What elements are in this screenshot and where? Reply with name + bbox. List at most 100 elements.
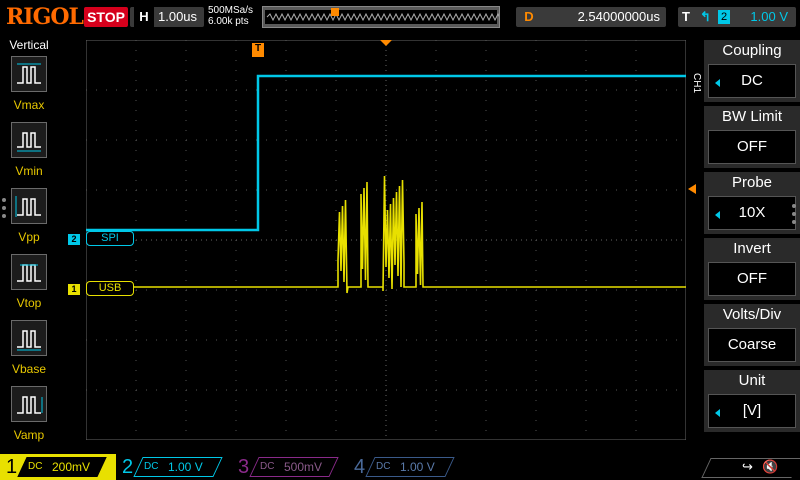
trigger-level-marker[interactable] [688,184,696,194]
usb-icon: ↪ [742,459,753,474]
vmin-icon [17,132,41,152]
run-stop-button[interactable]: STOP [84,7,128,27]
menu-title-probe: Probe [731,174,773,191]
memory-overview-waveform [265,8,508,24]
top-status-bar: RIGOL STOP H 1.00us 500MSa/s 6.00k pts D … [0,0,800,36]
mute-icon: 🔇 [762,459,779,474]
horizontal-delay[interactable]: D 2.54000000us [516,7,666,27]
ch3-coupling: DC [260,461,275,472]
graticule [86,40,686,440]
memory-depth: 6.00k pts [208,16,249,27]
page-indicator-dot [2,206,6,210]
trigger-status[interactable]: T ↰ 2 1.00 V [678,7,796,27]
ch2-label-spi: SPI [86,231,134,246]
menu-value-bw-limit[interactable]: OFF [708,130,796,164]
vtop-button[interactable] [11,254,47,290]
page-indicator-dot [2,198,6,202]
vpp-icon [15,196,41,217]
vamp-label: Vamp [13,428,45,442]
probe-value: 10X [738,204,766,221]
menu-page-dot [792,220,796,224]
horizontal-timebase[interactable]: H 1.00us [130,7,204,27]
vmin-button[interactable] [11,122,47,158]
vpp-label: Vpp [18,230,40,244]
channel-menu: Coupling DC BW Limit OFF Probe 10X Inver… [704,40,800,432]
horizontal-label: H [134,7,154,27]
ch2-scale: 1.00 V [168,460,203,474]
ch4-coupling: DC [376,461,391,472]
selector-arrow-icon [715,211,720,219]
ch2-tab[interactable]: 2 DC 1.00 V [116,454,232,480]
memory-overview-strip[interactable] [262,6,508,28]
menu-volts-div[interactable]: Volts/Div Coarse [704,304,800,366]
menu-invert[interactable]: Invert OFF [704,238,800,300]
vamp-button[interactable] [11,386,47,422]
sample-rate: 500MSa/s [208,5,254,16]
menu-unit[interactable]: Unit [V] [704,370,800,432]
vmin-label: Vmin [15,164,43,178]
volts-div-value: Coarse [727,336,777,353]
ch2-trace [86,74,686,232]
channel-status-bar: 1 DC 200mV 2 DC 1.00 V 3 DC 500mV 4 DC 1… [0,454,800,480]
menu-value-probe[interactable]: 10X [708,196,796,230]
ch3-scale: 500mV [284,460,323,474]
selector-arrow-icon [715,409,720,417]
menu-channel-tab: CH1 [688,68,702,98]
ch4-tab[interactable]: 4 DC 1.00 V [348,454,464,480]
menu-bw-limit[interactable]: BW Limit OFF [704,106,800,168]
ch4-scale: 1.00 V [400,460,435,474]
menu-value-invert[interactable]: OFF [708,262,796,296]
menu-value-volts-div[interactable]: Coarse [708,328,796,362]
ch3-tab[interactable]: 3 DC 500mV [232,454,348,480]
ch1-tab[interactable]: 1 DC 200mV [0,454,116,480]
menu-value-unit[interactable]: [V] [708,394,796,428]
selector-arrow-icon [715,79,720,87]
unit-value: [V] [742,402,762,419]
invert-value: OFF [737,270,767,287]
menu-page-dot [792,212,796,216]
vbase-label: Vbase [11,362,47,376]
waveform-display[interactable] [86,40,686,440]
ch2-number: 2 [122,456,134,478]
ch1-coupling: DC [28,461,43,472]
ch4-number: 4 [354,456,366,478]
trigger-center-marker-icon [380,40,392,46]
ch2-offset-marker[interactable]: 2 [68,234,80,245]
ch3-number: 3 [238,456,250,478]
trigger-label: T [682,9,690,24]
vpp-button[interactable] [11,188,47,224]
bw-limit-value: OFF [737,138,767,155]
delay-value: 2.54000000us [577,9,660,24]
delay-label: D [524,9,534,24]
measurement-category: Vertical [9,38,49,52]
vmax-button[interactable] [11,56,47,92]
measurement-panel: Vertical Vmax Vmin Vpp Vtop Vbase Vamp [0,36,58,454]
vtop-icon [17,264,41,282]
rigol-logo: RIGOL [6,4,84,30]
menu-title-unit: Unit [738,372,766,389]
vamp-icon [17,396,43,414]
page-indicator-dot [2,214,6,218]
menu-page-dot [792,204,796,208]
timebase-value: 1.00us [158,9,198,24]
menu-value-coupling[interactable]: DC [708,64,796,98]
menu-title-coupling: Coupling [722,42,782,59]
menu-title-invert: Invert [733,240,771,257]
trigger-position-marker[interactable]: T [252,43,264,57]
vbase-button[interactable] [11,320,47,356]
vmax-label: Vmax [13,98,45,112]
trigger-level: 1.00 V [750,9,788,24]
ch1-number: 1 [6,456,18,478]
menu-title-bw-limit: BW Limit [722,108,782,125]
vbase-icon [17,330,41,351]
coupling-value: DC [741,72,763,89]
vmax-icon [17,63,41,84]
menu-coupling[interactable]: Coupling DC [704,40,800,102]
ch2-coupling: DC [144,461,159,472]
acquisition-info: 500MSa/s 6.00k pts [208,5,253,27]
menu-probe[interactable]: Probe 10X [704,172,800,234]
ch1-offset-marker[interactable]: 1 [68,284,80,295]
ch1-scale: 200mV [52,460,91,474]
vtop-label: Vtop [16,296,42,310]
ch1-label-usb: USB [86,281,134,296]
